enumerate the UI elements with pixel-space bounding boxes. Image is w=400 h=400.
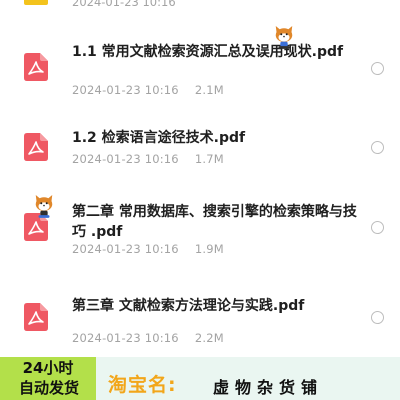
file-row[interactable]: 第二章 常用数据库、搜索引擎的检索策略与技巧 .pdf 2024-01-23 1…: [0, 180, 400, 280]
select-radio[interactable]: [371, 62, 384, 75]
file-date: 2024-01-23 10:16: [72, 152, 179, 166]
shiba-sticker: [275, 26, 293, 49]
pdf-icon: [24, 53, 48, 81]
file-row[interactable]: 1.2 检索语言途径技术.pdf 2024-01-23 10:16 1.7M: [0, 100, 400, 180]
file-date: 2024-01-23 10:16: [72, 83, 179, 97]
file-date: 2024-01-23 10:16: [72, 242, 179, 256]
promo-banner: 24小时 自动发货 淘宝名: 虚物杂货铺: [0, 357, 400, 400]
promo-badge: 24小时 自动发货: [0, 357, 96, 400]
file-meta: 2024-01-23 10:16 2.2M: [72, 331, 224, 345]
file-title: 第三章 文献检索方法理论与实践.pdf: [72, 298, 305, 314]
pdf-icon: [24, 133, 48, 161]
promo-shop-label: 淘宝名:: [108, 374, 177, 396]
select-radio[interactable]: [371, 141, 384, 154]
file-size: 1.7M: [194, 152, 224, 166]
file-size: 2.1M: [194, 83, 224, 97]
select-radio[interactable]: [371, 311, 384, 324]
file-meta: 2024-01-23 10:16 2.1M: [72, 83, 224, 97]
file-row[interactable]: 1.1 常用文献检索资源汇总及误用现状.pdf 2024-01-23 10:16…: [0, 0, 400, 100]
file-size: 1.9M: [194, 242, 224, 256]
pdf-icon: [24, 303, 48, 331]
promo-line1: 24小时: [22, 359, 74, 377]
file-title: 1.1 常用文献检索资源汇总及误用现状.pdf: [72, 44, 344, 60]
select-radio[interactable]: [371, 221, 384, 234]
file-date: 2024-01-23 10:16: [72, 331, 179, 345]
promo-shop-name: 虚物杂货铺: [213, 378, 324, 397]
shiba-sticker: [35, 195, 53, 218]
file-title: 第二章 常用数据库、搜索引擎的检索策略与技巧 .pdf: [72, 204, 357, 240]
file-title: 1.2 检索语言途径技术.pdf: [72, 130, 246, 146]
promo-line2: 自动发货: [18, 379, 79, 397]
file-row[interactable]: 第三章 文献检索方法理论与实践.pdf 2024-01-23 10:16 2.2M: [0, 280, 400, 357]
file-size: 2.2M: [194, 331, 224, 345]
file-meta: 2024-01-23 10:16 1.7M: [72, 152, 224, 166]
file-meta: 2024-01-23 10:16 1.9M: [72, 242, 224, 256]
